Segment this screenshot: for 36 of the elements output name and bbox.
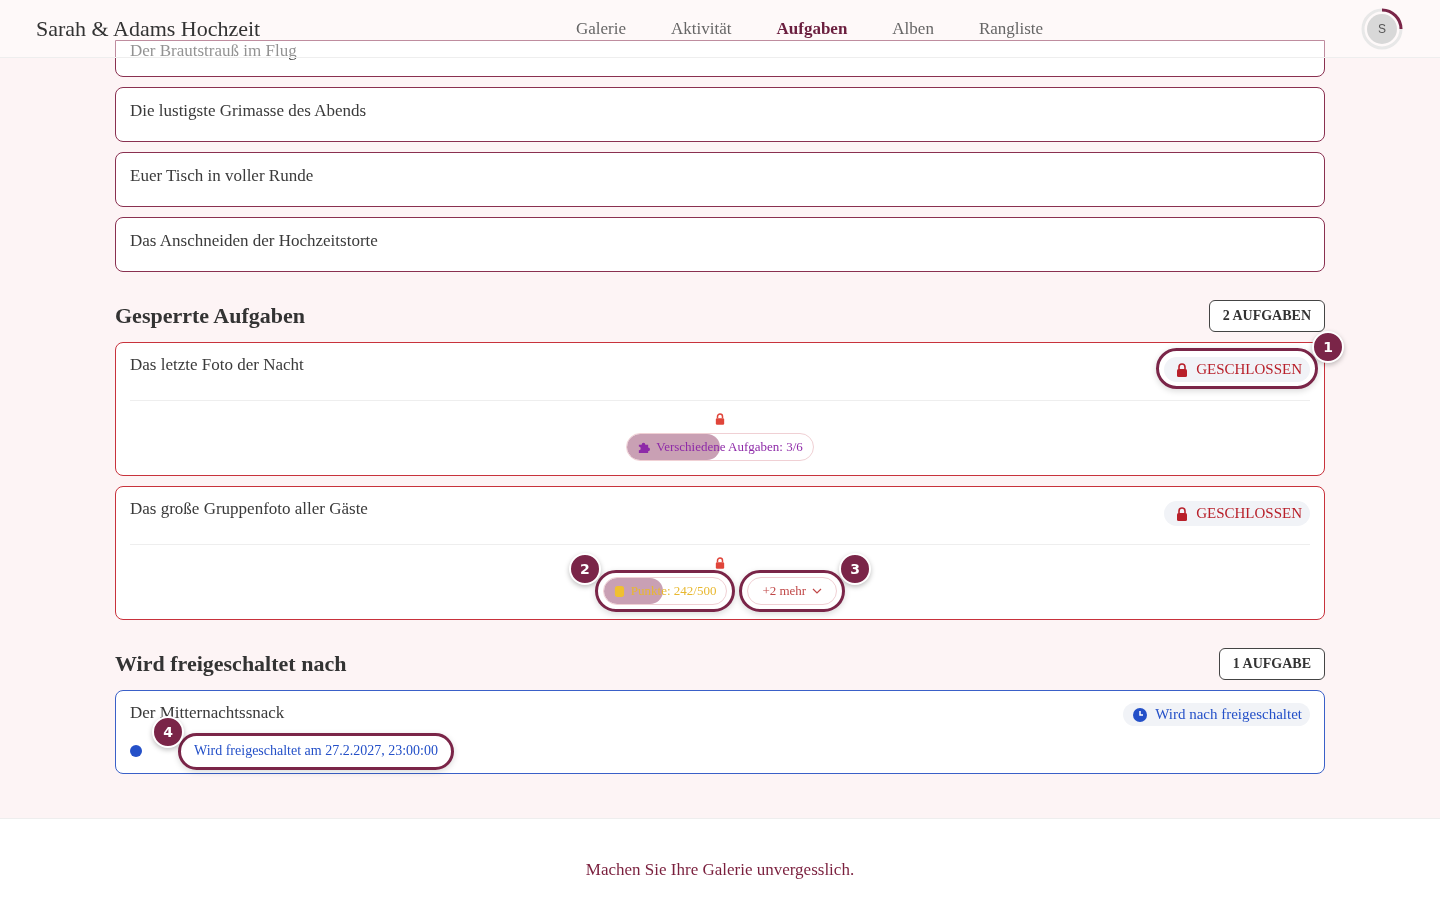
- task-title: Euer Tisch in voller Runde: [130, 166, 314, 185]
- clock-icon: [1133, 707, 1148, 722]
- nav-tab[interactable]: Aktivität: [671, 18, 732, 39]
- status-dot: [130, 745, 142, 758]
- lock-icon: [715, 413, 725, 425]
- site-title: Sarah & Adams Hochzeit: [36, 15, 262, 42]
- count-badge: 1 AUFGABE: [1218, 648, 1325, 680]
- lock-icon: [715, 557, 725, 569]
- more-button[interactable]: +2 mehr: [747, 577, 838, 605]
- task-title: Das letzte Foto der Nacht: [130, 355, 304, 375]
- section-heading: Wird freigeschaltet nach: [115, 651, 347, 677]
- step-badge: 3: [839, 553, 872, 585]
- locked-status-badge: GESCHLOSSEN: [1164, 501, 1310, 526]
- count-badge: 2 AUFGABEN: [1208, 300, 1325, 332]
- coins-icon: [613, 584, 625, 598]
- task-card[interactable]: Die lustigste Grimasse des Abends: [115, 87, 1325, 142]
- nav-tab[interactable]: Galerie: [576, 18, 627, 39]
- locked-status-badge: GESCHLOSSEN: [1164, 357, 1310, 382]
- step-badge: 1: [1312, 331, 1344, 363]
- chevron-icon: [812, 588, 823, 594]
- section-heading: Gesperrte Aufgaben: [115, 303, 306, 329]
- schedule-badge: Wird nach freigeschaltet: [1123, 703, 1310, 726]
- step-badge: 2: [568, 553, 601, 585]
- avatar-button[interactable]: S: [1360, 6, 1404, 51]
- task-title: Das große Gruppenfoto aller Gäste: [130, 499, 368, 519]
- task-card[interactable]: Das Anschneiden der Hochzeitstorte: [115, 217, 1325, 272]
- task-card[interactable]: Euer Tisch in voller Runde: [115, 152, 1325, 207]
- task-card[interactable]: Der Brautstrauß im Flug: [115, 40, 1325, 77]
- nav-tab[interactable]: Alben: [892, 18, 934, 39]
- footer-tagline: Machen Sie Ihre Galerie unvergesslich.: [585, 859, 855, 880]
- puzzle-icon: [637, 440, 651, 454]
- nav-tab[interactable]: Rangliste: [978, 18, 1044, 39]
- task-title: Das Anschneiden der Hochzeitstorte: [130, 231, 378, 250]
- task-title: Der Brautstrauß im Flug: [130, 41, 297, 60]
- task-title: Die lustigste Grimasse des Abends: [130, 101, 367, 120]
- nav-tab[interactable]: Aufgaben: [776, 18, 848, 39]
